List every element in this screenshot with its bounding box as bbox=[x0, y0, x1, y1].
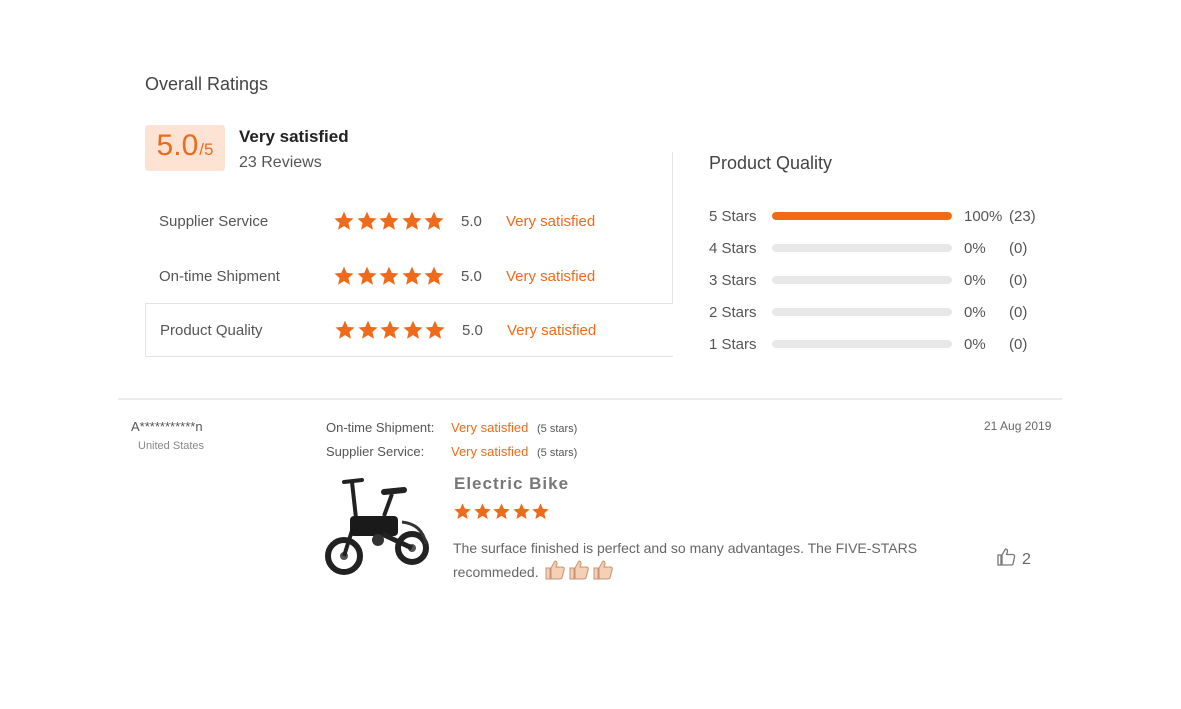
review-count: 23 Reviews bbox=[239, 154, 322, 171]
overall-ratings-title: Overall Ratings bbox=[145, 74, 269, 94]
distribution-count: (0) bbox=[1009, 239, 1028, 257]
distribution-count: (23) bbox=[1009, 207, 1036, 225]
star-icon bbox=[334, 211, 354, 230]
panel-divider bbox=[672, 152, 673, 304]
bike-image[interactable] bbox=[322, 468, 434, 580]
distribution-label: 5 Stars bbox=[709, 207, 757, 225]
star-icon bbox=[424, 266, 444, 285]
rating-row-score: 5.0 bbox=[461, 212, 482, 230]
rating-row-text: Very satisfied bbox=[506, 212, 596, 230]
distribution-bar-track bbox=[772, 276, 952, 284]
overall-score-out-of: /5 bbox=[199, 140, 214, 159]
rating-stars bbox=[333, 265, 461, 287]
review-product-name: Electric Bike bbox=[454, 474, 570, 493]
rating-row-supplier-service[interactable]: Supplier Service 5.0 Very satisfied bbox=[145, 194, 673, 248]
distribution-row-1-stars[interactable]: 1 Stars 0% (0) bbox=[709, 333, 1049, 355]
distribution-row-2-stars[interactable]: 2 Stars 0% (0) bbox=[709, 301, 1049, 323]
distribution-label: 4 Stars bbox=[709, 239, 757, 257]
rating-row-score: 5.0 bbox=[462, 321, 483, 339]
like-count: 2 bbox=[1022, 550, 1031, 568]
star-icon bbox=[402, 266, 422, 285]
star-icon bbox=[425, 320, 445, 339]
rating-stars bbox=[334, 319, 462, 341]
distribution-percent: 0% bbox=[964, 271, 986, 289]
star-icon bbox=[379, 211, 399, 230]
thumbs-up-icon bbox=[996, 548, 1016, 571]
rating-row-product-quality[interactable]: Product Quality 5.0 Very satisfied bbox=[145, 303, 673, 357]
distribution-label: 3 Stars bbox=[709, 271, 757, 289]
distribution-percent: 0% bbox=[964, 303, 986, 321]
section-divider bbox=[118, 398, 1062, 400]
star-icon bbox=[357, 266, 377, 285]
star-icon bbox=[513, 503, 530, 520]
review-meta-stars: (5 stars) bbox=[537, 447, 578, 459]
review-meta-label: Supplier Service: bbox=[326, 444, 425, 459]
thumb-emoji-icon bbox=[568, 560, 590, 587]
distribution-count: (0) bbox=[1009, 303, 1028, 321]
review-meta-label: On-time Shipment: bbox=[326, 420, 435, 435]
review-date: 21 Aug 2019 bbox=[984, 419, 1052, 433]
distribution-row-5-stars[interactable]: 5 Stars 100% (23) bbox=[709, 205, 1049, 227]
rating-row-text: Very satisfied bbox=[507, 321, 597, 339]
distribution-row-4-stars[interactable]: 4 Stars 0% (0) bbox=[709, 237, 1049, 259]
distribution-count: (0) bbox=[1009, 335, 1028, 353]
star-icon bbox=[358, 320, 378, 339]
overall-score-value: 5.0 bbox=[156, 129, 199, 162]
distribution-label: 2 Stars bbox=[709, 303, 757, 321]
product-quality-title: Product Quality bbox=[709, 153, 833, 173]
star-icon bbox=[402, 211, 422, 230]
rating-row-score: 5.0 bbox=[461, 267, 482, 285]
reviewer-country: United States bbox=[138, 440, 205, 452]
review-meta-supplier: Supplier Service: Very satisfied (5 star… bbox=[326, 444, 577, 459]
star-icon bbox=[335, 320, 355, 339]
overall-score-badge: 5.0/5 bbox=[145, 125, 225, 171]
distribution-bar-track bbox=[772, 244, 952, 252]
review-meta-value: Very satisfied bbox=[451, 420, 529, 435]
star-icon bbox=[532, 503, 550, 520]
thumb-emoji-icon bbox=[544, 560, 566, 587]
distribution-count: (0) bbox=[1009, 271, 1028, 289]
star-icon bbox=[454, 503, 471, 520]
distribution-percent: 0% bbox=[964, 335, 986, 353]
review-text-body: The surface finished is perfect and so m… bbox=[453, 540, 918, 581]
review-meta-shipment: On-time Shipment: Very satisfied (5 star… bbox=[326, 420, 577, 435]
rating-row-label: Product Quality bbox=[160, 321, 263, 339]
distribution-row-3-stars[interactable]: 3 Stars 0% (0) bbox=[709, 269, 1049, 291]
distribution-bar-track bbox=[772, 340, 952, 348]
rating-row-label: On-time Shipment bbox=[159, 267, 280, 285]
star-icon bbox=[424, 211, 444, 230]
rating-row-on-time-shipment[interactable]: On-time Shipment 5.0 Very satisfied bbox=[145, 249, 673, 303]
star-icon bbox=[403, 320, 423, 339]
reviewer-name: A***********n bbox=[131, 419, 203, 434]
review-meta-stars: (5 stars) bbox=[537, 423, 578, 435]
star-icon bbox=[334, 266, 354, 285]
rating-row-label: Supplier Service bbox=[159, 212, 269, 230]
distribution-label: 1 Stars bbox=[709, 335, 757, 353]
star-icon bbox=[379, 266, 399, 285]
distribution-bar-track bbox=[772, 308, 952, 316]
rating-stars bbox=[333, 210, 461, 232]
like-button[interactable]: 2 bbox=[996, 548, 1031, 571]
star-icon bbox=[380, 320, 400, 339]
star-icon bbox=[493, 503, 510, 520]
thumb-emoji-icon bbox=[592, 560, 614, 587]
distribution-bar-track bbox=[772, 212, 952, 220]
star-icon bbox=[473, 503, 491, 520]
review-meta-value: Very satisfied bbox=[451, 444, 529, 459]
distribution-bar-fill bbox=[772, 212, 952, 220]
star-icon bbox=[357, 211, 377, 230]
distribution-percent: 0% bbox=[964, 239, 986, 257]
rating-row-text: Very satisfied bbox=[506, 267, 596, 285]
distribution-percent: 100% bbox=[964, 207, 1003, 225]
overall-summary-label: Very satisfied bbox=[239, 127, 349, 146]
review-star-rating bbox=[453, 502, 551, 521]
review-text: The surface finished is perfect and so m… bbox=[453, 536, 973, 587]
